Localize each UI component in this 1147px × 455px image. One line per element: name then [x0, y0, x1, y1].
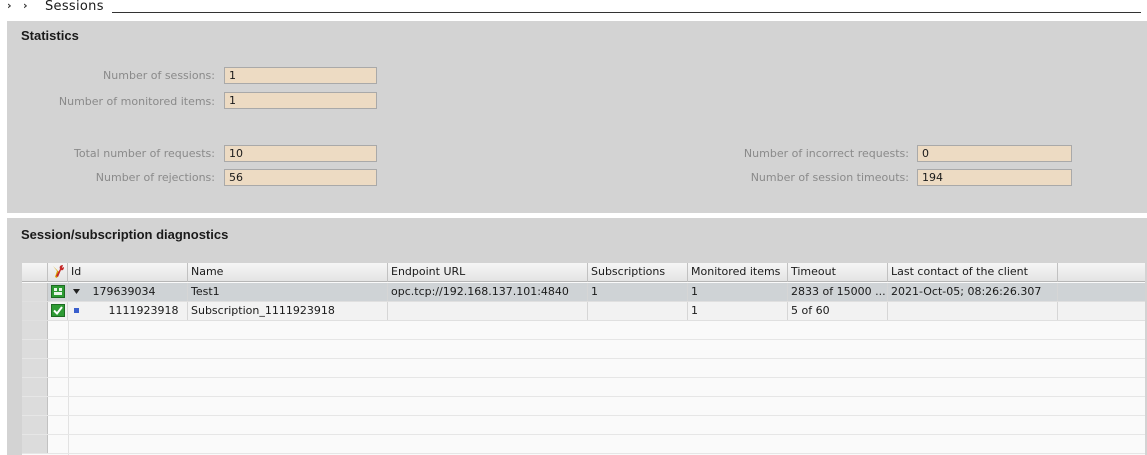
diagnostics-title: Session/subscription diagnostics: [21, 227, 229, 242]
title-divider: [112, 12, 1141, 13]
column-header-id[interactable]: Id: [68, 263, 188, 282]
statistics-title: Statistics: [21, 28, 79, 43]
subscription-name-cell: Subscription_1111923918: [188, 302, 388, 320]
number-of-session-timeouts-label: Number of session timeouts:: [750, 171, 909, 184]
last-contact-cell: [888, 302, 1058, 320]
session-id-text: 179639034: [92, 285, 156, 298]
status-column-header[interactable]: [48, 263, 68, 282]
session-id-cell: 179639034: [68, 283, 188, 301]
table-row[interactable]: 179639034 Test1 opc.tcp://192.168.137.10…: [22, 283, 1145, 302]
number-of-rejections-field[interactable]: 56: [224, 169, 377, 186]
row-header[interactable]: [22, 359, 48, 377]
endpoint-url-cell: [388, 302, 588, 320]
table-header: Id Name Endpoint URL Subscriptions Monit…: [22, 263, 1145, 282]
empty-row: [22, 435, 1145, 454]
subscriptions-cell: [588, 302, 688, 320]
column-header-endpoint-url[interactable]: Endpoint URL: [388, 263, 588, 282]
chevron-right-icon[interactable]: ›: [7, 0, 12, 12]
subscription-node-icon: [74, 308, 79, 313]
empty-row: [22, 416, 1145, 435]
check-status-icon: [48, 302, 68, 320]
timeout-cell: 5 of 60: [788, 302, 888, 320]
number-of-session-timeouts-field[interactable]: 194: [917, 169, 1072, 186]
subscriptions-cell: 1: [588, 283, 688, 301]
session-status-icon: [48, 283, 68, 301]
row-header[interactable]: [22, 416, 48, 434]
column-header-last-contact[interactable]: Last contact of the client: [888, 263, 1058, 282]
empty-row: [22, 397, 1145, 416]
statistics-panel: Statistics Number of sessions: 1 Number …: [7, 21, 1147, 213]
column-header-name[interactable]: Name: [188, 263, 388, 282]
breadcrumb: › › Sessions: [0, 0, 1147, 15]
monitored-items-cell: 1: [688, 283, 788, 301]
number-of-sessions-label: Number of sessions:: [103, 69, 215, 82]
row-header[interactable]: [22, 321, 48, 339]
row-header[interactable]: [22, 302, 48, 320]
monitored-items-cell: 1: [688, 302, 788, 320]
expanded-triangle-icon[interactable]: [72, 287, 81, 296]
empty-row: [22, 340, 1145, 359]
total-number-of-requests-field[interactable]: 10: [224, 145, 377, 162]
endpoint-url-cell: opc.tcp://192.168.137.101:4840: [388, 283, 588, 301]
empty-row: [22, 359, 1145, 378]
number-of-sessions-field[interactable]: 1: [224, 67, 377, 84]
row-header[interactable]: [22, 340, 48, 358]
table-row[interactable]: 1111923918 Subscription_1111923918 1 5 o…: [22, 302, 1145, 321]
number-of-incorrect-requests-field[interactable]: 0: [917, 145, 1072, 162]
timeout-cell: 2833 of 15000 ...: [788, 283, 888, 301]
row-header[interactable]: [22, 397, 48, 415]
last-contact-cell: 2021-Oct-05; 08:26:26.307: [888, 283, 1058, 301]
page-title: Sessions: [45, 0, 104, 14]
diagnostics-table: Id Name Endpoint URL Subscriptions Monit…: [22, 263, 1145, 455]
number-of-monitored-items-label: Number of monitored items:: [58, 95, 215, 108]
column-header-monitored-items[interactable]: Monitored items: [688, 263, 788, 282]
empty-row: [22, 321, 1145, 340]
number-of-monitored-items-field[interactable]: 1: [224, 92, 377, 109]
row-header[interactable]: [22, 435, 48, 453]
number-of-rejections-label: Number of rejections:: [95, 171, 215, 184]
row-header[interactable]: [22, 378, 48, 396]
number-of-incorrect-requests-label: Number of incorrect requests:: [743, 147, 909, 160]
row-header[interactable]: [22, 283, 48, 301]
tools-icon: [53, 265, 64, 278]
subscription-id-cell: 1111923918: [68, 302, 188, 320]
chevron-right-icon[interactable]: ›: [23, 0, 28, 12]
column-header-filler: [1058, 263, 1145, 282]
subscription-id-text: 1111923918: [108, 304, 179, 317]
column-header-subscriptions[interactable]: Subscriptions: [588, 263, 688, 282]
total-number-of-requests-label: Total number of requests:: [74, 147, 215, 160]
empty-row: [22, 378, 1145, 397]
column-header-timeout[interactable]: Timeout: [788, 263, 888, 282]
header-corner: [22, 263, 48, 282]
session-name-cell: Test1: [188, 283, 388, 301]
